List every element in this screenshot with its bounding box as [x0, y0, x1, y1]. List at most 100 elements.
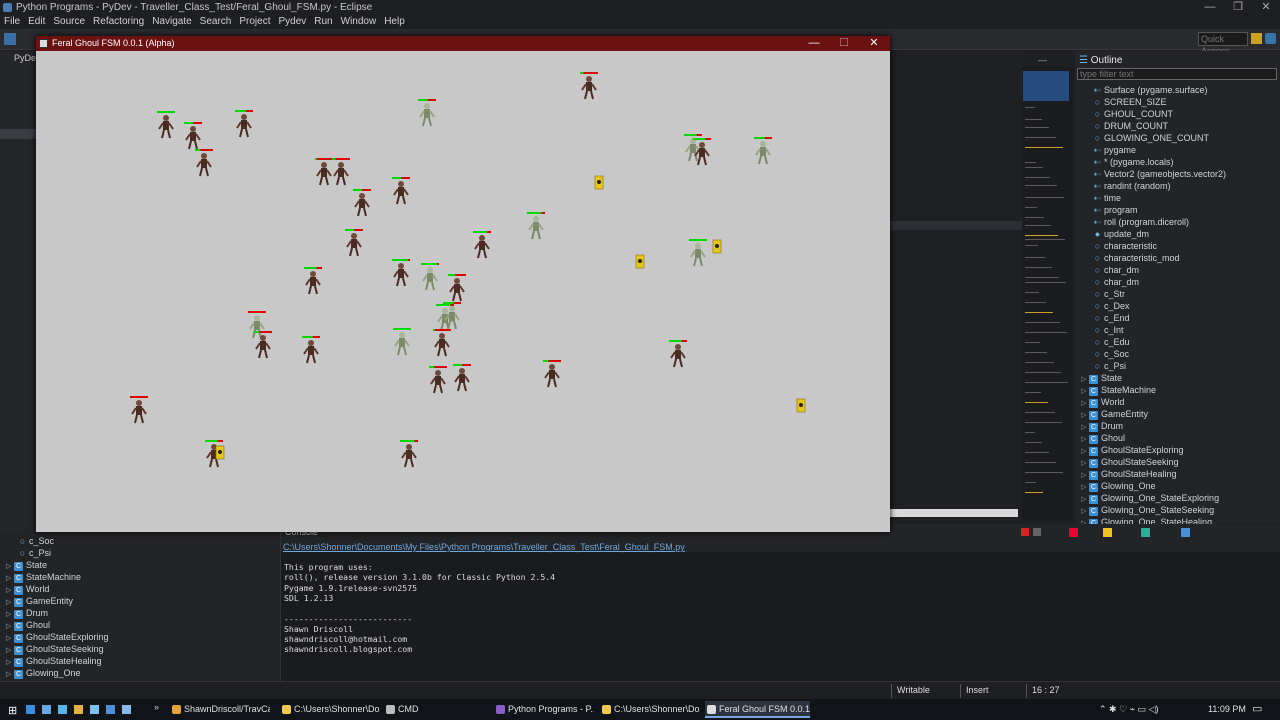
pinned-apps[interactable]: [26, 704, 141, 715]
taskbar-clock[interactable]: 11:09 PM: [1208, 704, 1246, 714]
menu-search[interactable]: Search: [196, 15, 236, 29]
close-button[interactable]: ✕: [1252, 0, 1280, 15]
scroll-lock-icon[interactable]: [1103, 528, 1112, 537]
outline-item[interactable]: ▷ C StateMachine: [1081, 384, 1156, 396]
outline-item[interactable]: ▷ C Glowing_One: [6, 667, 81, 679]
taskbar-window-button[interactable]: C:\Users\Shonner\Do...: [600, 701, 700, 718]
menu-edit[interactable]: Edit: [24, 15, 49, 29]
outline-item[interactable]: ▷ C Ghoul: [6, 619, 50, 631]
game-close-button[interactable]: ✕: [860, 36, 888, 51]
outline-item[interactable]: ▷ C Glowing_One_StateExploring: [1081, 492, 1219, 504]
action-center-icon[interactable]: ▭: [1252, 702, 1262, 715]
console-launch-path[interactable]: C:\Users\Shonner\Documents\My Files\Pyth…: [283, 542, 685, 552]
outline-tab[interactable]: ☰ Outline: [1079, 55, 1122, 66]
explorer-tab[interactable]: PyDe: [14, 53, 36, 63]
outline-item[interactable]: ▷ C GhoulStateExploring: [6, 631, 109, 643]
windows-start-icon[interactable]: ⊞: [8, 704, 17, 717]
outline-item[interactable]: ○ characteristic: [1081, 240, 1157, 252]
outline-item[interactable]: ○ SCREEN_SIZE: [1081, 96, 1167, 108]
outline-item[interactable]: ▷ C Glowing_One_StateSeeking: [1081, 504, 1214, 516]
overflow-chevron-icon[interactable]: »: [154, 702, 159, 712]
clear-console-icon[interactable]: [1069, 528, 1078, 537]
pinned-app-icon[interactable]: [58, 705, 67, 714]
outline-item[interactable]: ⇠ pygame: [1081, 144, 1136, 156]
pinned-app-icon[interactable]: [122, 705, 131, 714]
game-minimize-button[interactable]: —: [800, 36, 828, 51]
pydev-perspective-icon[interactable]: [1265, 33, 1276, 44]
outline-item[interactable]: ▷ C Drum: [1081, 420, 1123, 432]
outline-item[interactable]: ⇠ randint (random): [1081, 180, 1171, 192]
outline-item[interactable]: ⇠ roll (program.diceroll): [1081, 216, 1189, 228]
outline-item[interactable]: ○ c_Soc: [6, 535, 54, 547]
outline-item[interactable]: ▷ C State: [6, 559, 47, 571]
outline-item[interactable]: ⇠ Vector2 (gameobjects.vector2): [1081, 168, 1226, 180]
pinned-app-icon[interactable]: [26, 705, 35, 714]
outline-item[interactable]: ▷ C GhoulStateExploring: [1081, 444, 1184, 456]
outline-item[interactable]: ○ c_Psi: [6, 547, 51, 559]
outline-item[interactable]: ▷ C GameEntity: [6, 595, 73, 607]
game-playfield[interactable]: [36, 51, 890, 532]
minimize-button[interactable]: —: [1196, 0, 1224, 15]
outline-item[interactable]: ○ c_Dex: [1081, 300, 1130, 312]
minimize-editor-icon[interactable]: —: [1038, 55, 1048, 65]
code-minimap[interactable]: [1022, 67, 1072, 521]
expand-icon[interactable]: ▷: [6, 669, 14, 681]
taskbar-window-button[interactable]: ShawnDriscoll/TravCa...: [170, 701, 270, 718]
outline-item[interactable]: ○ GHOUL_COUNT: [1081, 108, 1173, 120]
menu-run[interactable]: Run: [310, 15, 336, 29]
outline-item[interactable]: ▷ C StateMachine: [6, 571, 81, 583]
perspective-icon[interactable]: [1251, 33, 1262, 44]
outline-item[interactable]: ▷ C Drum: [6, 607, 48, 619]
pin-console-icon[interactable]: [1141, 528, 1150, 537]
outline-item[interactable]: ○ GLOWING_ONE_COUNT: [1081, 132, 1209, 144]
maximize-button[interactable]: ❐: [1224, 0, 1252, 15]
terminate-icon[interactable]: [1021, 528, 1029, 536]
taskbar-window-button[interactable]: CMD: [384, 701, 464, 718]
taskbar-window-button[interactable]: Feral Ghoul FSM 0.0.1...: [705, 701, 810, 718]
pinned-app-icon[interactable]: [106, 705, 115, 714]
outline-item[interactable]: ▷ C GhoulStateHealing: [6, 655, 102, 667]
menu-pydev[interactable]: Pydev: [274, 15, 310, 29]
pinned-app-icon[interactable]: [74, 705, 83, 714]
outline-item[interactable]: ○ char_dm: [1081, 276, 1139, 288]
outline-item[interactable]: ⇠ program: [1081, 204, 1138, 216]
outline-item[interactable]: ⇠ Surface (pygame.surface): [1081, 84, 1208, 96]
outline-item[interactable]: ▷ C GhoulStateHealing: [1081, 468, 1177, 480]
pinned-app-icon[interactable]: [42, 705, 51, 714]
menu-refactoring[interactable]: Refactoring: [89, 15, 148, 29]
outline-item[interactable]: ○ c_Edu: [1081, 336, 1130, 348]
outline-item[interactable]: ▷ C State: [1081, 372, 1122, 384]
outline-item[interactable]: ▷ C World: [6, 583, 49, 595]
game-window[interactable]: Feral Ghoul FSM 0.0.1 (Alpha) — ☐ ✕: [36, 36, 890, 532]
taskbar-window-button[interactable]: C:\Users\Shonner\Do...: [280, 701, 380, 718]
outline-item[interactable]: ▷ C GhoulStateSeeking: [6, 643, 104, 655]
outline-item[interactable]: ○ c_Psi: [1081, 360, 1126, 372]
open-console-icon[interactable]: [1181, 528, 1190, 537]
new-file-icon[interactable]: [4, 33, 16, 45]
menu-window[interactable]: Window: [337, 15, 381, 29]
system-tray-icons[interactable]: ⌃ ✱ ♡ ⌁ ▭ ◁): [1099, 704, 1159, 715]
menu-file[interactable]: File: [0, 15, 24, 29]
quick-access-input[interactable]: Quick Access: [1198, 32, 1248, 56]
minimap-viewport[interactable]: [1023, 71, 1069, 101]
outline-item[interactable]: ○ c_Soc: [1081, 348, 1129, 360]
outline-item[interactable]: ● update_dm: [1081, 228, 1149, 240]
outline-item[interactable]: ○ c_End: [1081, 312, 1130, 324]
outline-item[interactable]: ○ DRUM_COUNT: [1081, 120, 1168, 132]
editor-hscrollbar[interactable]: [890, 509, 1018, 517]
outline-item[interactable]: ▷ C GameEntity: [1081, 408, 1148, 420]
outline-item[interactable]: ▷ C Glowing_One: [1081, 480, 1156, 492]
pinned-app-icon[interactable]: [90, 705, 99, 714]
outline-item[interactable]: ○ char_dm: [1081, 264, 1139, 276]
outline-item[interactable]: ▷ C GhoulStateSeeking: [1081, 456, 1179, 468]
menu-navigate[interactable]: Navigate: [148, 15, 195, 29]
game-title-bar[interactable]: Feral Ghoul FSM 0.0.1 (Alpha) — ☐ ✕: [36, 36, 890, 51]
menu-source[interactable]: Source: [49, 15, 89, 29]
menu-project[interactable]: Project: [235, 15, 274, 29]
outline-item[interactable]: ○ c_Int: [1081, 324, 1124, 336]
outline-filter-input[interactable]: [1077, 68, 1277, 80]
outline-item[interactable]: ⇠ * (pygame.locals): [1081, 156, 1174, 168]
menu-help[interactable]: Help: [380, 15, 409, 29]
explorer-selected-row[interactable]: [0, 129, 36, 139]
outline-item[interactable]: ▷ C Ghoul: [1081, 432, 1125, 444]
